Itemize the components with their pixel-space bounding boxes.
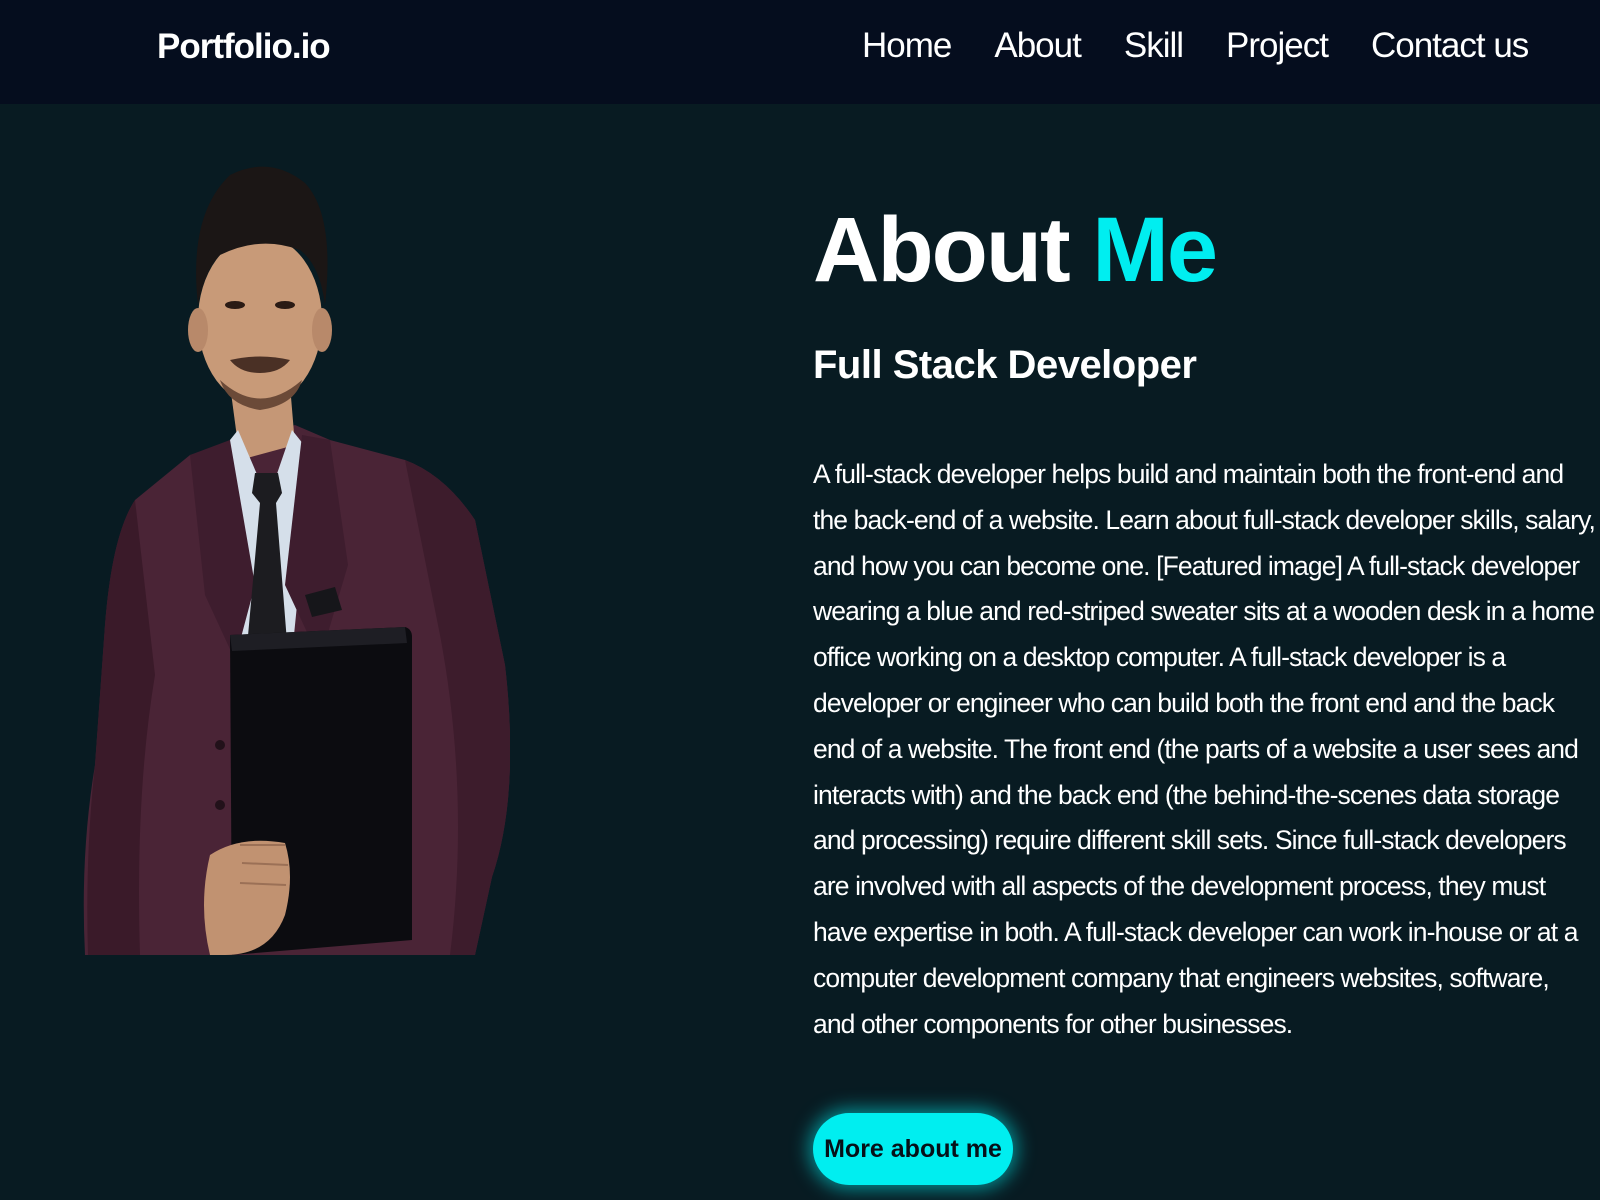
nav-link-about[interactable]: About bbox=[994, 26, 1081, 66]
logo[interactable]: Portfolio.io bbox=[157, 27, 331, 67]
nav-link-contact[interactable]: Contact us bbox=[1371, 26, 1529, 66]
profile-photo bbox=[83, 166, 510, 955]
about-title-main: About bbox=[813, 199, 1093, 301]
nav-links: Home About Skill Project Contact us bbox=[862, 26, 1529, 66]
more-about-me-button[interactable]: More about me bbox=[813, 1113, 1013, 1185]
nav-link-project[interactable]: Project bbox=[1226, 26, 1329, 66]
about-subtitle: Full Stack Developer bbox=[813, 343, 1197, 387]
navbar: Portfolio.io Home About Skill Project Co… bbox=[0, 0, 1600, 104]
about-title-accent: Me bbox=[1092, 199, 1218, 301]
about-bio: A full-stack developer helps build and m… bbox=[813, 459, 1596, 1039]
nav-link-skill[interactable]: Skill bbox=[1124, 26, 1184, 66]
nav-link-home[interactable]: Home bbox=[862, 26, 952, 66]
about-section: About Me Full Stack Developer A full-sta… bbox=[813, 195, 1600, 1039]
about-title: About Me bbox=[813, 195, 1600, 305]
